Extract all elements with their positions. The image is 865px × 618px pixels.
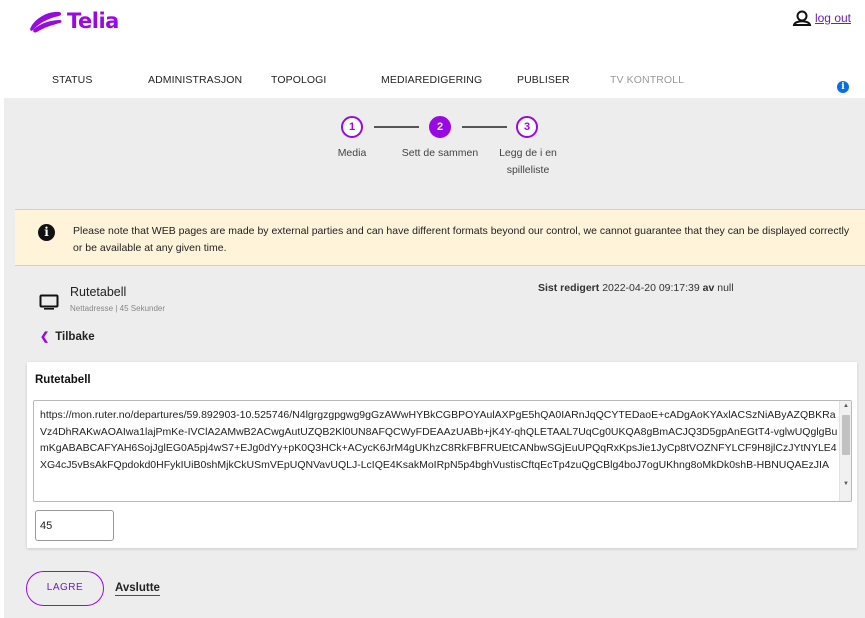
- duration-input[interactable]: 45: [35, 510, 114, 541]
- step-2-label: Sett de sammen: [401, 147, 479, 159]
- chevron-left-icon: ❮: [40, 331, 50, 343]
- warning-notice: i Please note that WEB pages are made by…: [15, 209, 865, 266]
- user-area: log out: [792, 10, 851, 26]
- exit-link[interactable]: Avslutte: [115, 582, 160, 596]
- user-icon[interactable]: [792, 10, 812, 26]
- monitor-icon: [39, 294, 59, 310]
- step-3-circle[interactable]: 3: [516, 116, 538, 138]
- step-1-label: Media: [337, 147, 367, 159]
- url-text: https://mon.ruter.no/departures/59.89290…: [40, 409, 838, 471]
- main-content: 1 2 3 Media Sett de sammen Legg de i en …: [4, 98, 865, 618]
- step-connector: [374, 126, 419, 128]
- brand-name: Telia: [67, 9, 119, 33]
- nav-publiser[interactable]: PUBLISER: [517, 74, 570, 86]
- scroll-down-icon[interactable]: ▼: [843, 481, 849, 487]
- notice-text: Please note that WEB pages are made by e…: [73, 225, 850, 254]
- step-connector: [462, 126, 507, 128]
- scroll-up-icon[interactable]: ▲: [843, 403, 849, 409]
- nav-tv-kontroll: TV KONTROLL: [610, 74, 685, 86]
- telia-logo[interactable]: Telia: [29, 9, 119, 33]
- step-2-circle[interactable]: 2: [429, 116, 451, 138]
- panel-title: Rutetabell: [35, 374, 91, 386]
- back-label: Tilbake: [55, 330, 95, 343]
- nav-status[interactable]: STATUS: [52, 74, 92, 86]
- main-nav: STATUS ADMINISTRASJON TOPOLOGI MEDIAREDI…: [0, 62, 865, 99]
- nav-mediaredigering[interactable]: MEDIAREDIGERING: [369, 74, 495, 99]
- editor-panel: Rutetabell https://mon.ruter.no/departur…: [27, 362, 857, 548]
- nav-topologi[interactable]: TOPOLOGI: [271, 74, 326, 86]
- last-edited-by-value: null: [717, 282, 734, 294]
- textarea-scrollbar[interactable]: ▲ ▼: [839, 401, 851, 501]
- info-icon[interactable]: i: [837, 81, 849, 93]
- last-edited-label: Sist redigert: [538, 282, 600, 294]
- step-3-label: Legg de i en spilleliste: [499, 147, 557, 176]
- back-link[interactable]: ❮ Tilbake: [40, 330, 95, 344]
- last-edited-by-label: av: [702, 282, 715, 294]
- save-button[interactable]: LAGRE: [26, 571, 104, 606]
- telia-pebble-icon: [30, 11, 62, 33]
- header: Telia log out: [0, 0, 865, 58]
- info-icon: i: [38, 224, 55, 241]
- nav-administrasjon[interactable]: ADMINISTRASJON: [148, 74, 242, 86]
- item-title: Rutetabell: [70, 285, 127, 299]
- step-1-circle[interactable]: 1: [341, 116, 363, 138]
- item-subtitle: Nettadresse | 45 Sekunder: [70, 304, 166, 313]
- scroll-thumb[interactable]: [842, 415, 850, 455]
- last-edited-value: 2022-04-20 09:17:39: [602, 282, 700, 294]
- logout-link[interactable]: log out: [815, 11, 851, 25]
- last-edited: Sist redigert 2022-04-20 09:17:39 av nul…: [538, 282, 734, 294]
- url-textarea[interactable]: https://mon.ruter.no/departures/59.89290…: [33, 400, 852, 502]
- item-info: Rutetabell Nettadresse | 45 Sekunder Sis…: [4, 278, 865, 338]
- stepper: 1 2 3 Media Sett de sammen Legg de i en …: [4, 116, 865, 186]
